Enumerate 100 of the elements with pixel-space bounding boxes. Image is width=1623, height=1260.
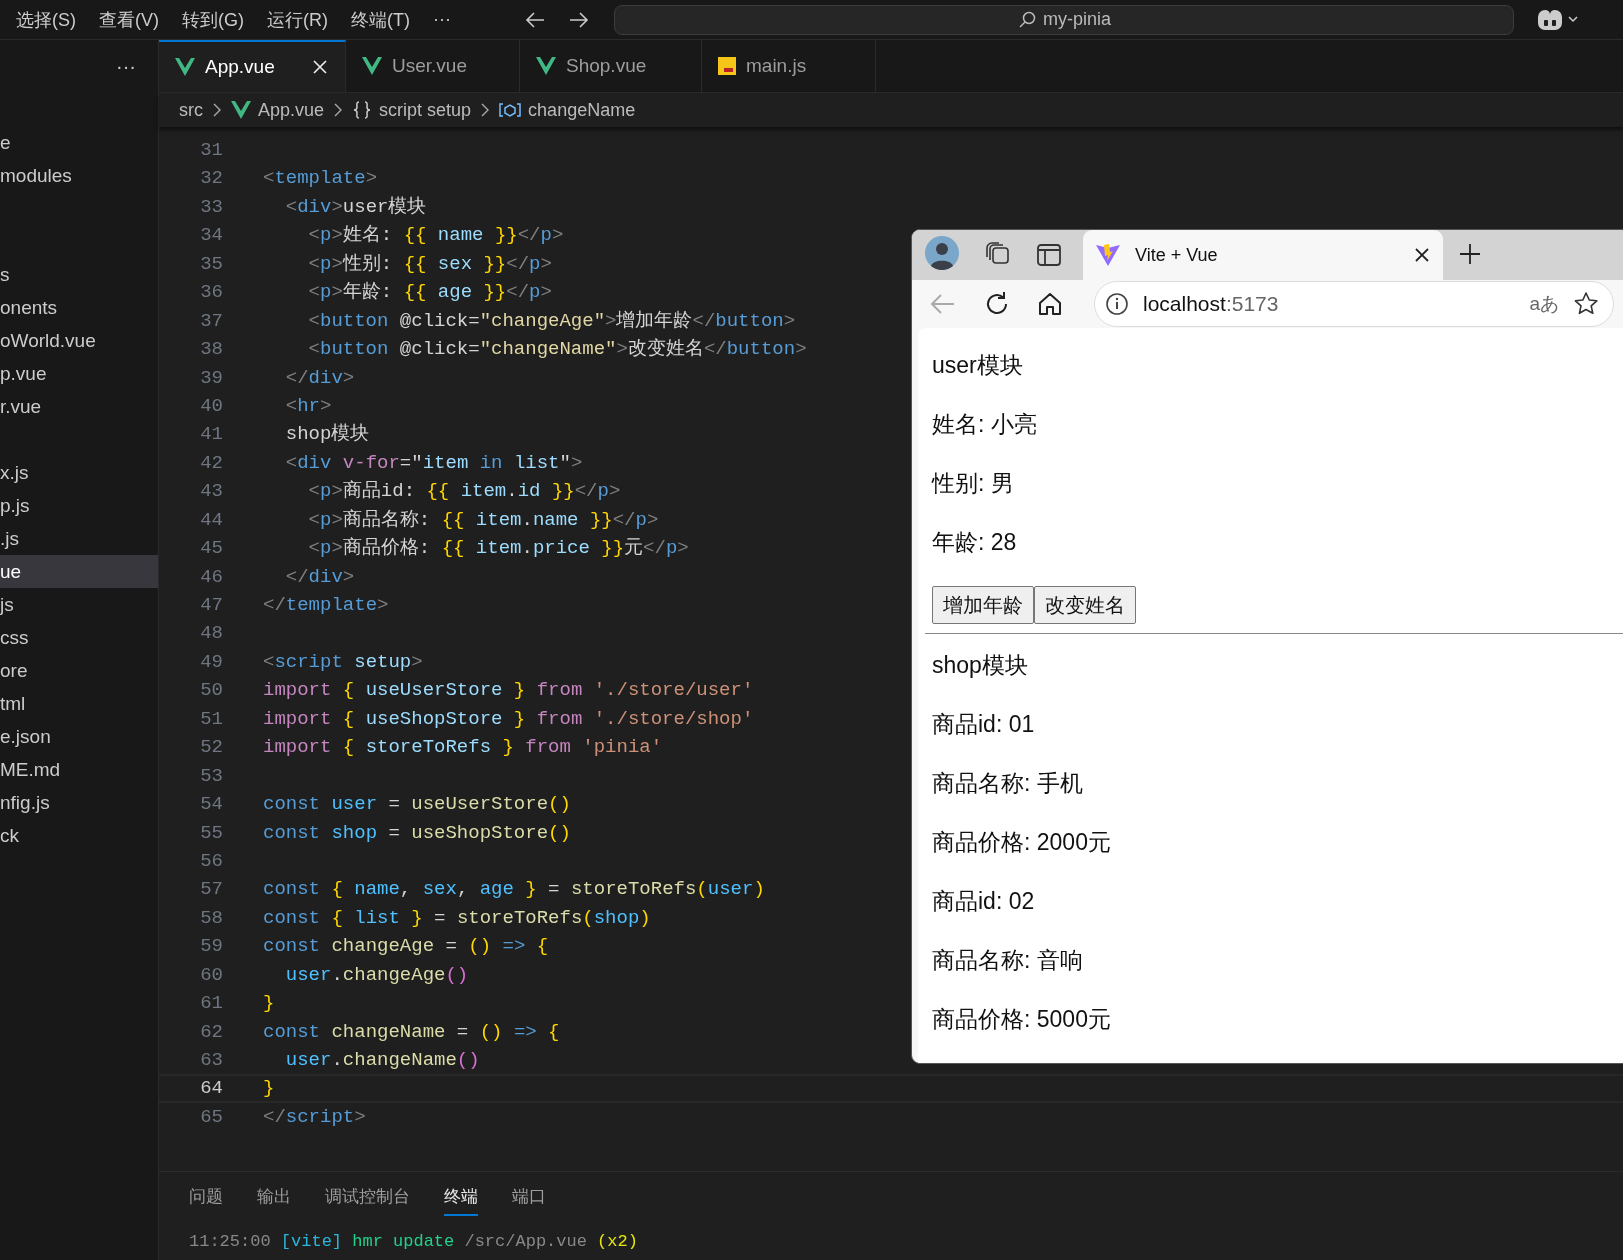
code-line: } (263, 991, 275, 1017)
breadcrumb-item[interactable]: App.vue (258, 99, 325, 121)
line-number: 64 (199, 1076, 223, 1101)
forward-arrow-icon[interactable] (567, 10, 590, 29)
terminal-line: 11:25:00 [vite] hmr update /src/App.vue (x2) (189, 1232, 639, 1251)
editor-tab[interactable]: Shop.vue (520, 40, 702, 92)
file-tree-item[interactable]: p.vue (0, 357, 158, 390)
file-tree-item[interactable]: ck (0, 819, 158, 852)
address-bar[interactable]: localhost:5173 aあ (1094, 281, 1614, 327)
file-tree-item[interactable]: js (0, 588, 158, 621)
code-line: </template> (263, 593, 389, 618)
chevron-icon (333, 103, 344, 117)
editor-tab[interactable]: App.vue (159, 40, 346, 92)
code-line: const user = useUserStore() (263, 792, 571, 818)
menu-item[interactable]: 转到(G) (182, 7, 244, 32)
line-number: 58 (199, 905, 223, 931)
line-number: 39 (199, 365, 223, 391)
file-tree-item[interactable]: oWorld.vue (0, 324, 158, 357)
js-file-icon (718, 57, 736, 75)
file-tree-item[interactable]: s (0, 258, 158, 291)
product-field-text: 商品价格: 5000元 (932, 1005, 1112, 1034)
code-line: <p>商品价格: {{ item.price }}元</p> (307, 536, 689, 562)
panel-tab[interactable]: 问题 (189, 1178, 223, 1216)
product-field-text: 商品价格: 2000元 (932, 828, 1112, 857)
file-tree-item[interactable]: x.js (0, 456, 158, 489)
close-icon[interactable] (1415, 248, 1429, 262)
code-line: <template> (263, 166, 378, 192)
editor-tab[interactable]: main.js (702, 40, 876, 92)
line-number: 62 (199, 1019, 223, 1045)
line-number: 59 (199, 934, 223, 960)
file-tree-item[interactable]: ue (0, 555, 158, 588)
file-tree-item[interactable]: .js (0, 522, 158, 555)
braces-icon (352, 101, 373, 119)
code-line: <script setup> (263, 649, 423, 675)
code-line: <div v-for="item in list"> (284, 450, 583, 476)
code-line: <p>姓名: {{ name }}</p> (307, 223, 564, 249)
file-tree-item[interactable]: modules (0, 159, 158, 192)
file-tree-item[interactable]: r.vue (0, 390, 158, 423)
line-number: 60 (199, 962, 223, 988)
file-tree-item[interactable]: nfig.js (0, 786, 158, 819)
new-tab-icon[interactable] (1459, 243, 1481, 265)
collections-icon[interactable] (985, 242, 1011, 266)
product-field-text: 商品id: 02 (932, 887, 1036, 916)
more-button[interactable]: ··· (116, 54, 136, 78)
line-number: 34 (199, 223, 223, 249)
file-tree-item[interactable]: p.js (0, 489, 158, 522)
line-number: 45 (199, 536, 223, 562)
line-number: 52 (199, 735, 223, 761)
panel-tab[interactable]: 终端 (444, 1178, 478, 1216)
menu-item[interactable]: 查看(V) (99, 7, 159, 32)
line-number: 55 (199, 820, 223, 846)
vue-file-icon (536, 57, 556, 75)
star-icon[interactable] (1573, 291, 1599, 317)
home-icon[interactable] (1038, 292, 1062, 316)
user-field-text: 性别: 男 (932, 469, 1015, 498)
search-field[interactable]: my-pinia (613, 4, 1514, 35)
info-icon[interactable] (1105, 292, 1129, 316)
code-line: <hr> (284, 393, 332, 419)
code-line: <p>性别: {{ sex }}</p> (307, 251, 552, 277)
avatar-icon[interactable] (925, 236, 959, 270)
user-field-text: 年龄: 28 (932, 528, 1018, 557)
menu-item[interactable]: ··· (433, 9, 451, 30)
file-tree-item[interactable]: tml (0, 687, 158, 720)
code-line: <p>年龄: {{ age }}</p> (307, 280, 552, 306)
panel-tab[interactable]: 输出 (257, 1178, 291, 1216)
browser-tab[interactable]: Vite + Vue (1083, 230, 1443, 280)
line-number: 57 (199, 877, 223, 903)
file-tree-item[interactable]: ME.md (0, 753, 158, 786)
line-number: 61 (199, 991, 223, 1017)
code-line: shop模块 (284, 422, 370, 448)
menu-item[interactable]: 运行(R) (267, 7, 328, 32)
reload-icon[interactable] (984, 291, 1010, 317)
file-tree-item[interactable]: e (0, 126, 158, 159)
code-line: <p>商品id: {{ item.id }}</p> (307, 479, 621, 505)
code-line: import { useShopStore } from './store/shop' (263, 706, 754, 732)
sidebar-icon[interactable] (1037, 244, 1061, 266)
line-number: 40 (199, 393, 223, 419)
panel-tab[interactable]: 调试控制台 (325, 1178, 410, 1216)
breadcrumb-item[interactable]: src (179, 99, 203, 121)
line-number: 48 (199, 621, 223, 647)
breadcrumb-item[interactable]: script setup (379, 99, 472, 121)
code-line: user.changeName() (284, 1048, 480, 1073)
file-tree-item[interactable]: css (0, 621, 158, 654)
menu-item[interactable]: 终端(T) (351, 7, 410, 32)
section-title: user模块 (932, 351, 1024, 380)
page-button[interactable]: 改变姓名 (1034, 586, 1136, 624)
code-line: user.changeAge() (284, 962, 469, 988)
editor-tab[interactable]: User.vue (346, 40, 520, 92)
line-number: 38 (199, 337, 223, 363)
menu-item[interactable]: 选择(S) (16, 7, 76, 32)
panel-tab[interactable]: 端口 (512, 1178, 546, 1216)
file-tree-item[interactable]: onents (0, 291, 158, 324)
line-number: 49 (199, 649, 223, 675)
file-tree-item[interactable]: e.json (0, 720, 158, 753)
translate-button[interactable]: aあ (1529, 291, 1559, 317)
back-arrow-icon[interactable] (523, 10, 546, 29)
line-number: 50 (199, 678, 223, 704)
page-button[interactable]: 增加年龄 (932, 586, 1034, 624)
breadcrumb-item[interactable]: changeName (528, 99, 636, 121)
file-tree-item[interactable]: ore (0, 654, 158, 687)
